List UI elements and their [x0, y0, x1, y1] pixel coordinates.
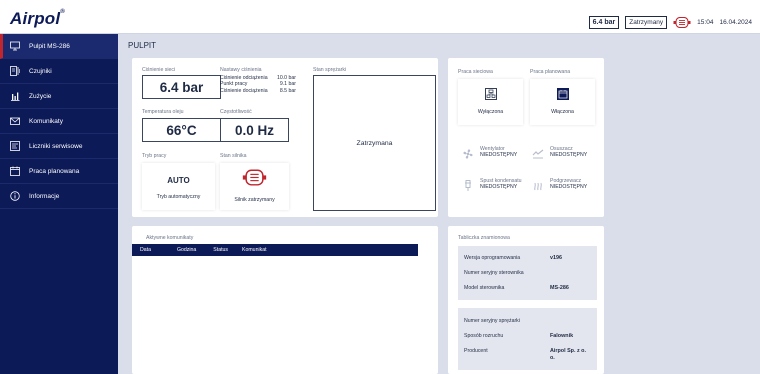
start-method-value: Falownik [550, 333, 574, 339]
messages-table-header: Data Godzina Status Komunikat [132, 244, 418, 256]
sidebar-item-label: Komunikaty [29, 117, 63, 125]
work-card: Praca sieciowa Wyłączona Praca planowana [448, 58, 604, 217]
sidebar-item-informacje[interactable]: Informacje [0, 184, 118, 209]
pressure-value: 6.4 bar [142, 75, 221, 99]
controller-model-value: MS-286 [550, 285, 569, 291]
drain-icon [460, 178, 476, 194]
sensor-icon [9, 66, 20, 76]
header-status-area: 6.4 bar Zatrzymany 15:04 16.04.2024 [588, 15, 752, 29]
settings-label: Nastawy ciśnienia [220, 67, 262, 73]
network-work-state: Wyłączona [477, 109, 504, 115]
oil-temp-value: 66°C [142, 118, 221, 142]
software-version-value: v196 [550, 255, 562, 261]
manufacturer-label: Producent [464, 348, 488, 354]
header-date: 16.04.2024 [719, 18, 752, 26]
compressor-state-box: Zatrzymana [313, 75, 436, 211]
heater-icon [530, 178, 546, 194]
network-work-tile[interactable]: Wyłączona [458, 79, 523, 125]
motor-stopped-icon [242, 169, 267, 186]
compressor-serial-label: Numer seryjny sprężarki [464, 318, 520, 324]
sidebar-item-label: Pulpit MS-286 [29, 42, 70, 50]
envelope-icon [9, 116, 20, 126]
start-method-label: Sposób rozruchu [464, 333, 504, 339]
header-status: Zatrzymany [625, 15, 668, 29]
motor-label: Stan silnika [220, 153, 247, 159]
software-version-label: Wersja oprogramowania [464, 255, 521, 261]
sidebar-item-label: Czujniki [29, 67, 52, 75]
network-icon [485, 88, 497, 100]
bar-chart-icon [9, 91, 20, 101]
motor-tile: Silnik zatrzymany [220, 163, 289, 210]
device-drain: Spust kondensatu NIEDOSTĘPNY [480, 178, 522, 191]
dryer-icon [530, 146, 546, 162]
motor-desc: Silnik zatrzymany [234, 197, 275, 203]
sidebar: Pulpit MS-286 Czujniki Zużycie Komunikat… [0, 34, 118, 374]
sidebar-item-label: Zużycie [29, 92, 52, 100]
sidebar-item-pulpit[interactable]: Pulpit MS-286 [0, 34, 118, 59]
pressure-label: Ciśnienie sieci [142, 67, 176, 73]
sidebar-item-label: Liczniki serwisowe [29, 142, 83, 150]
sidebar-item-label: Praca planowana [29, 167, 80, 175]
manufacturer-value: Airpol Sp. z o. o. [550, 348, 586, 361]
device-dryer: Osuszacz NIEDOSTĘPNY [550, 146, 588, 159]
airpol-logo[interactable]: Airpol® [10, 9, 65, 29]
sidebar-item-czujniki[interactable]: Czujniki [0, 59, 118, 84]
compressor-state: Zatrzymana [356, 139, 393, 147]
messages-title: Aktywne komunikaty [146, 235, 194, 241]
planned-work-state: Włączona [551, 109, 574, 115]
frequency-value: 0.0 Hz [220, 118, 289, 142]
device-heater: Podgrzewacz NIEDOSTĘPNY [550, 178, 588, 191]
sidebar-item-label: Informacje [29, 192, 60, 200]
page-title: PULPIT [128, 41, 157, 50]
calendar-icon [557, 88, 569, 100]
network-work-label: Praca sieciowa [458, 69, 493, 75]
nameplate-box-2: Numer seryjny sprężarki Sposób rozruchu … [458, 308, 597, 370]
mode-desc: Tryb automatyczny [156, 194, 201, 200]
planned-work-label: Praca planowana [530, 69, 571, 75]
column-data[interactable]: Data [140, 247, 151, 253]
mode-tile: AUTO Tryb automatyczny [142, 163, 215, 210]
mode-value: AUTO [167, 176, 190, 185]
main-content: PULPIT Ciśnienie sieci 6.4 bar Nastawy c… [118, 34, 760, 374]
pressure-settings: Ciśnienie odciążenia 10.0 bar Punkt pracy… [220, 75, 296, 94]
status-card: Ciśnienie sieci 6.4 bar Nastawy ciśnieni… [132, 58, 438, 217]
column-status[interactable]: Status [213, 247, 228, 253]
sidebar-item-liczniki[interactable]: Liczniki serwisowe [0, 134, 118, 159]
oil-temp-label: Temperatura oleju [142, 109, 184, 115]
sidebar-item-zuzycie[interactable]: Zużycie [0, 84, 118, 109]
top-bar: Airpol® 6.4 bar Zatrzymany 15:04 16.04.2… [0, 0, 760, 34]
frequency-label: Częstotliwość [220, 109, 252, 115]
nameplate-title: Tabliczka znamionowa [458, 235, 510, 241]
mode-label: Tryb pracy [142, 153, 167, 159]
nameplate-card: Tabliczka znamionowa Wersja oprogramowan… [448, 226, 604, 374]
compressor-label: Stan sprężarki [313, 67, 347, 73]
sidebar-item-praca-planowana[interactable]: Praca planowana [0, 159, 118, 184]
header-pressure: 6.4 bar [588, 15, 620, 29]
sidebar-item-komunikaty[interactable]: Komunikaty [0, 109, 118, 134]
calendar-icon [9, 166, 20, 176]
device-fan: Wentylator NIEDOSTĘPNY [480, 146, 518, 159]
column-komunikat[interactable]: Komunikat [242, 247, 267, 253]
nameplate-box-1: Wersja oprogramowania v196 Numer seryjny… [458, 246, 597, 300]
planned-work-tile[interactable]: Włączona [530, 79, 595, 125]
controller-model-label: Model sterownika [464, 285, 505, 291]
fan-icon [460, 146, 476, 162]
column-godzina[interactable]: Godzina [177, 247, 196, 253]
motor-stopped-icon [673, 16, 691, 28]
monitor-icon [9, 41, 20, 51]
controller-serial-label: Numer seryjny sterownika [464, 270, 524, 276]
counter-icon [9, 141, 20, 151]
info-icon [9, 191, 20, 201]
header-time: 15:04 [697, 18, 714, 26]
